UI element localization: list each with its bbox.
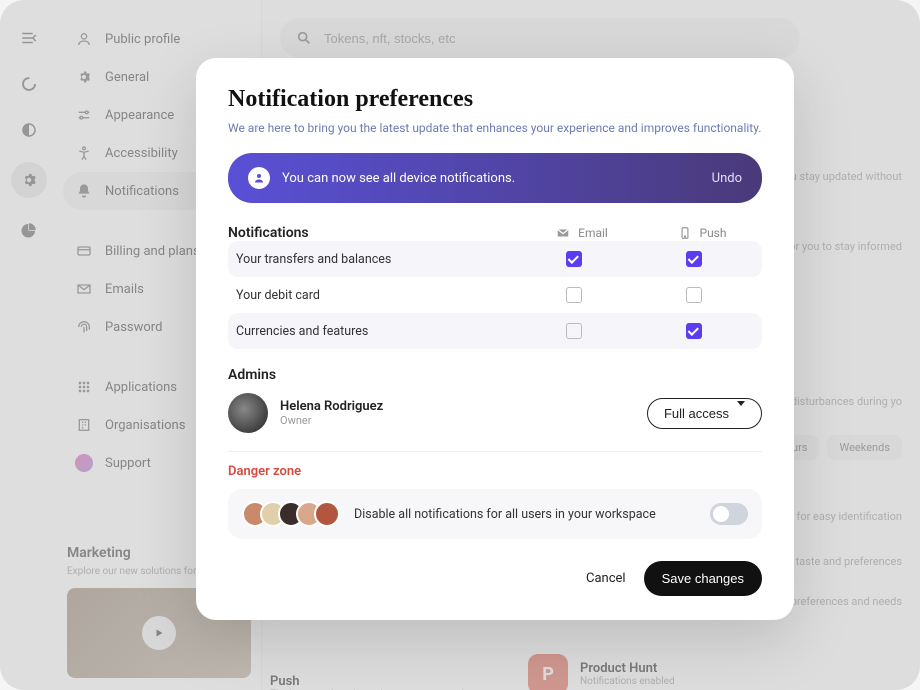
danger-text: Disable all notifications for all users … [354,507,696,522]
modal-title: Notification preferences [228,86,762,113]
table-header-label: Notifications [228,225,522,241]
notification-row: Your debit card [228,277,762,313]
disable-all-toggle[interactable] [710,503,748,525]
cancel-button[interactable]: Cancel [586,571,626,586]
column-push: Push [642,226,762,240]
email-checkbox[interactable] [566,251,582,267]
person-circle-icon [248,167,270,189]
mail-icon [556,226,570,240]
save-button[interactable]: Save changes [644,561,762,596]
notifications-header: Notifications Email Push [228,225,762,241]
push-checkbox[interactable] [686,287,702,303]
notification-row: Currencies and features [228,313,762,349]
undo-button[interactable]: Undo [712,171,742,186]
push-checkbox[interactable] [686,251,702,267]
danger-row: Disable all notifications for all users … [228,489,762,539]
admins-title: Admins [228,367,762,383]
banner-text: You can now see all device notifications… [282,171,700,186]
push-checkbox[interactable] [686,323,702,339]
info-banner: You can now see all device notifications… [228,153,762,203]
admin-row: Helena Rodriguez Owner Full access [228,393,762,433]
notification-row: Your transfers and balances [228,241,762,277]
column-email: Email [522,226,642,240]
notification-preferences-modal: Notification preferences We are here to … [196,58,794,620]
notification-label: Your transfers and balances [236,252,514,267]
admin-name: Helena Rodriguez [280,399,635,414]
danger-zone-title: Danger zone [228,464,762,479]
modal-subtitle: We are here to bring you the latest upda… [228,121,762,135]
phone-icon [678,226,692,240]
avatar-stack [242,501,340,527]
admin-avatar [228,393,268,433]
notification-label: Currencies and features [236,324,514,339]
notification-label: Your debit card [236,288,514,303]
access-dropdown[interactable]: Full access [647,398,762,429]
email-checkbox[interactable] [566,287,582,303]
chevron-down-icon [737,406,745,421]
user-avatar [314,501,340,527]
modal-footer: Cancel Save changes [228,561,762,596]
admin-role: Owner [280,414,635,427]
email-checkbox[interactable] [566,323,582,339]
